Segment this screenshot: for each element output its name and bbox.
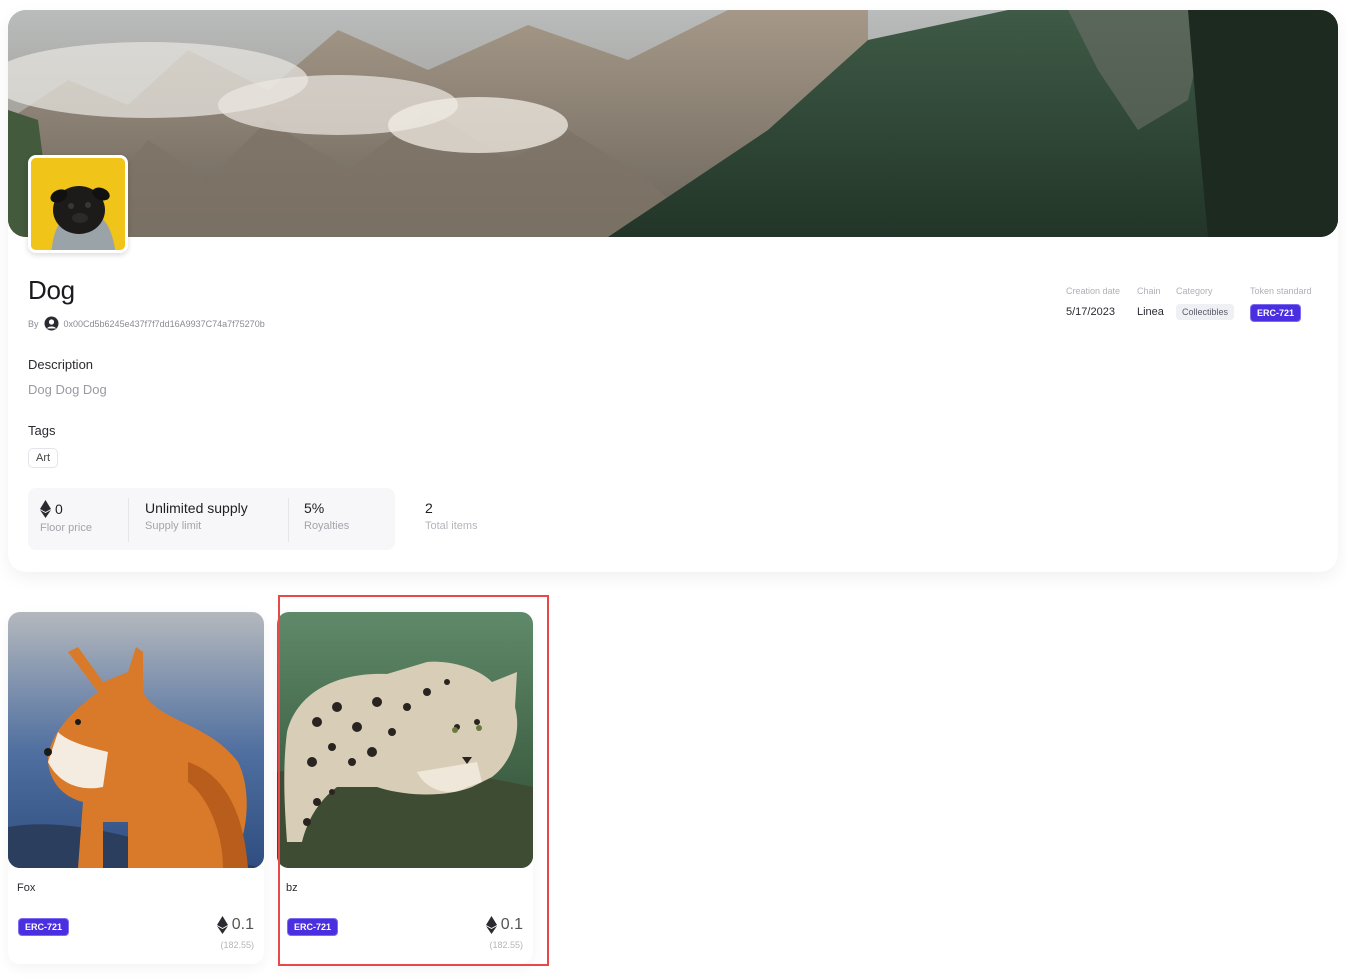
- category-label: Category: [1176, 286, 1213, 296]
- token-standard-chip: ERC-721: [18, 918, 70, 936]
- token-standard-chip: ERC-721: [287, 918, 339, 936]
- chain-column: Chain Linea: [1137, 286, 1164, 318]
- creation-date-label: Creation date: [1066, 286, 1121, 296]
- total-items-stat: 2 Total items: [425, 500, 478, 532]
- nft-name: Fox: [17, 882, 36, 894]
- category-column: Category Collectibles: [1176, 286, 1235, 320]
- nft-card-fox[interactable]: Fox ERC-721 0.1 (182.55): [8, 612, 264, 964]
- collection-avatar: [28, 155, 128, 253]
- royalties-stat: 5% Royalties: [304, 500, 349, 532]
- nft-price-value: 0.1: [231, 916, 254, 933]
- divider: [128, 498, 129, 542]
- collection-stats: 0 Floor price Unlimited supply Supply li…: [28, 488, 395, 550]
- description-label: Description: [28, 357, 94, 372]
- ethereum-icon: [216, 916, 228, 934]
- creation-date-value: 5/17/2023: [1066, 306, 1115, 318]
- divider: [288, 498, 289, 542]
- supply-value: Unlimited supply: [145, 500, 248, 516]
- supply-label: Supply limit: [145, 520, 202, 532]
- ethereum-icon: [485, 916, 497, 934]
- nft-image[interactable]: [8, 612, 264, 868]
- floor-price-value: 0: [55, 501, 63, 517]
- royalties-label: Royalties: [304, 520, 350, 532]
- chain-label: Chain: [1137, 286, 1161, 296]
- nft-price-usd: (182.55): [489, 940, 523, 950]
- total-items-label: Total items: [425, 520, 478, 532]
- nft-image[interactable]: [277, 612, 533, 868]
- tags-label: Tags: [28, 423, 56, 438]
- nft-price-value: 0.1: [500, 916, 523, 933]
- token-standard-label: Token standard: [1250, 286, 1312, 296]
- nft-price-usd: (182.55): [220, 940, 254, 950]
- nft-price: 0.1: [485, 916, 523, 934]
- nft-card-bz[interactable]: bz ERC-721 0.1 (182.55): [277, 612, 533, 964]
- category-chip[interactable]: Collectibles: [1176, 304, 1235, 320]
- floor-price-stat: 0 Floor price: [40, 500, 92, 534]
- user-icon: [44, 316, 59, 331]
- royalties-value: 5%: [304, 500, 325, 516]
- creation-date-column: Creation date 5/17/2023: [1066, 286, 1120, 318]
- by-label: By: [28, 318, 39, 329]
- supply-stat: Unlimited supply Supply limit: [145, 500, 248, 532]
- tag-chip[interactable]: Art: [28, 448, 59, 468]
- token-standard-column: Token standard ERC-721: [1250, 286, 1312, 322]
- total-items-value: 2: [425, 500, 433, 516]
- creator-address[interactable]: 0x00Cd5b6245e437f7f7dd16A9937C74a7f75270…: [64, 319, 265, 329]
- token-standard-chip: ERC-721: [1250, 304, 1302, 322]
- ethereum-icon: [40, 500, 51, 518]
- nft-price: 0.1: [216, 916, 254, 934]
- nft-name: bz: [286, 882, 298, 894]
- collection-banner: [8, 10, 1338, 237]
- description-text: Dog Dog Dog: [28, 382, 107, 397]
- creator-row[interactable]: By 0x00Cd5b6245e437f7f7dd16A9937C74a7f75…: [28, 316, 265, 331]
- collection-title: Dog: [28, 275, 75, 305]
- chain-value: Linea: [1137, 306, 1164, 318]
- floor-price-label: Floor price: [40, 522, 92, 534]
- collection-header-card: Dog By 0x00Cd5b6245e437f7f7dd16A9937C74a…: [8, 10, 1338, 572]
